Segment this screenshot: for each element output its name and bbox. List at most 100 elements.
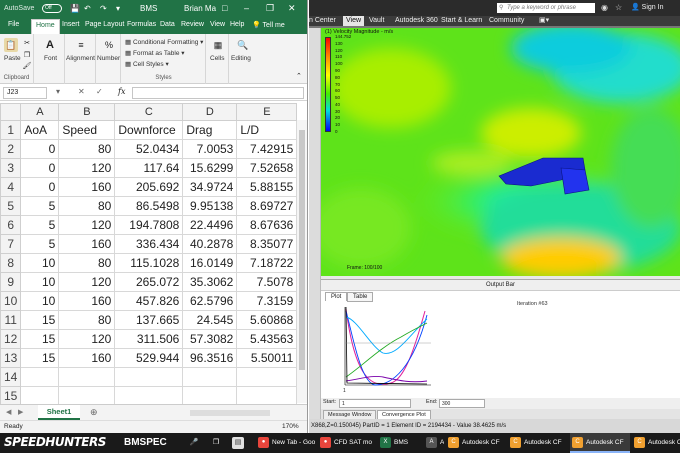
row-header[interactable]: 2 [0,139,22,159]
conditional-formatting-button[interactable]: ▦ Conditional Formatting ▾ [125,38,203,46]
cells-button[interactable]: Cells [210,55,224,62]
row-header[interactable]: 1 [0,120,22,140]
taskbar-item[interactable]: C Autodesk CF [508,433,568,453]
row-header[interactable]: 4 [0,177,22,197]
add-sheet-icon[interactable]: ⊕ [90,407,98,418]
tab-community[interactable]: Community [489,16,524,26]
cell[interactable]: 205.692 [114,177,184,197]
cell[interactable]: 15 [20,310,60,330]
tab-autodesk-360[interactable]: Autodesk 360 [395,16,438,26]
cell[interactable] [114,367,184,387]
cell[interactable]: 5 [20,215,60,235]
cell[interactable]: 8.35077 [236,234,298,254]
cell[interactable]: 8.67636 [236,215,298,235]
cell[interactable]: 9.95138 [182,196,238,216]
cell[interactable]: 120 [58,215,116,235]
tab-view[interactable]: View [343,16,365,26]
cell[interactable] [58,386,116,406]
tell-me-search[interactable]: 💡 Tell me [252,21,285,29]
cell[interactable]: 265.072 [114,272,184,292]
cell[interactable]: 5.50011 [236,348,298,368]
cell[interactable]: 34.9724 [182,177,238,197]
cell[interactable] [114,386,184,406]
end-input[interactable]: 300 [439,399,485,408]
ribbon-display-icon[interactable]: □ [222,3,227,13]
cell[interactable]: 7.3159 [236,291,298,311]
vertical-scrollbar[interactable] [297,120,307,403]
cell[interactable]: 57.3082 [182,329,238,349]
cell[interactable]: 0 [20,177,60,197]
tab-table[interactable]: Table [347,292,374,302]
tab-vault[interactable]: Vault [369,16,384,26]
close-icon[interactable]: ✕ [288,3,296,14]
cell[interactable] [236,386,298,406]
cell[interactable]: 160 [58,348,116,368]
cell[interactable]: 16.0149 [182,253,238,273]
cell[interactable]: AoA [20,120,60,140]
cell[interactable]: 120 [58,272,116,292]
redo-icon[interactable]: ↷ [100,4,107,13]
cell[interactable]: 8.69727 [236,196,298,216]
row-header[interactable]: 9 [0,272,22,292]
tab-formulas[interactable]: Formulas [127,21,156,28]
search-input[interactable]: ⚲ Type a keyword or phrase [497,3,595,13]
cell[interactable]: 120 [58,329,116,349]
cell[interactable]: 80 [58,196,116,216]
cell[interactable]: 52.0434 [114,139,184,159]
cell[interactable]: 529.944 [114,348,184,368]
tab-page-layout[interactable]: Page Layout [85,21,124,28]
row-header[interactable]: 14 [0,367,22,387]
next-sheet-icon[interactable]: ▶ [18,408,23,416]
paste-button[interactable]: Paste [4,55,21,62]
cell[interactable]: 160 [58,234,116,254]
cell[interactable]: 457.826 [114,291,184,311]
taskbar-item[interactable]: C Autodesk CF [570,433,630,453]
cell[interactable]: 15 [20,329,60,349]
cell[interactable]: 0 [20,158,60,178]
cell[interactable]: 24.545 [182,310,238,330]
font-icon[interactable]: A [43,38,57,52]
star-icon[interactable]: ☆ [615,3,622,12]
tab-plot[interactable]: Plot [325,292,348,301]
insert-function-icon[interactable]: fx [118,87,125,96]
cell[interactable]: 311.506 [114,329,184,349]
cell[interactable]: 117.64 [114,158,184,178]
row-header[interactable]: 3 [0,158,22,178]
taskbar-item[interactable]: AA [424,433,444,453]
row-header[interactable]: 8 [0,253,22,273]
tab-view[interactable]: View [210,21,225,28]
row-header[interactable]: 7 [0,234,22,254]
user-name[interactable]: Brian Ma [184,4,216,13]
cell[interactable]: 10 [20,291,60,311]
binoculars-icon[interactable]: ◉ [601,3,608,12]
cell[interactable]: 96.3516 [182,348,238,368]
cell[interactable]: 115.1028 [114,253,184,273]
number-button[interactable]: Number [97,55,120,62]
cfd-viewport[interactable]: (1) Velocity Magnitude - m/s 144.752 130 1… [321,28,680,276]
column-header[interactable]: D [182,103,238,121]
autosave-toggle[interactable]: Off [42,4,62,13]
find-icon[interactable]: 🔍 [236,38,250,52]
minimize-icon[interactable]: – [244,3,249,13]
alignment-button[interactable]: Alignment [66,55,95,62]
tab-file[interactable]: File [8,21,19,28]
tab-review[interactable]: Review [181,21,204,28]
row-header[interactable]: 13 [0,348,22,368]
taskbar-item[interactable]: C Autodesk C [632,433,680,453]
sheet-tab-sheet1[interactable]: Sheet1 [38,405,80,420]
maximize-icon[interactable]: ❐ [266,3,274,14]
name-box[interactable]: J23 [3,87,47,99]
cell[interactable]: 137.665 [114,310,184,330]
tab-insert[interactable]: Insert [62,21,80,28]
cell[interactable] [182,386,238,406]
tab-navigation-center[interactable]: n Center [309,16,336,26]
cell[interactable]: 160 [58,291,116,311]
tab-data[interactable]: Data [160,21,175,28]
prev-sheet-icon[interactable]: ◀ [6,408,11,416]
cell[interactable]: 194.7808 [114,215,184,235]
cell[interactable] [58,367,116,387]
cell[interactable] [236,367,298,387]
cell[interactable]: 160 [58,177,116,197]
design-study-bar[interactable] [309,28,321,433]
cell[interactable]: 80 [58,253,116,273]
